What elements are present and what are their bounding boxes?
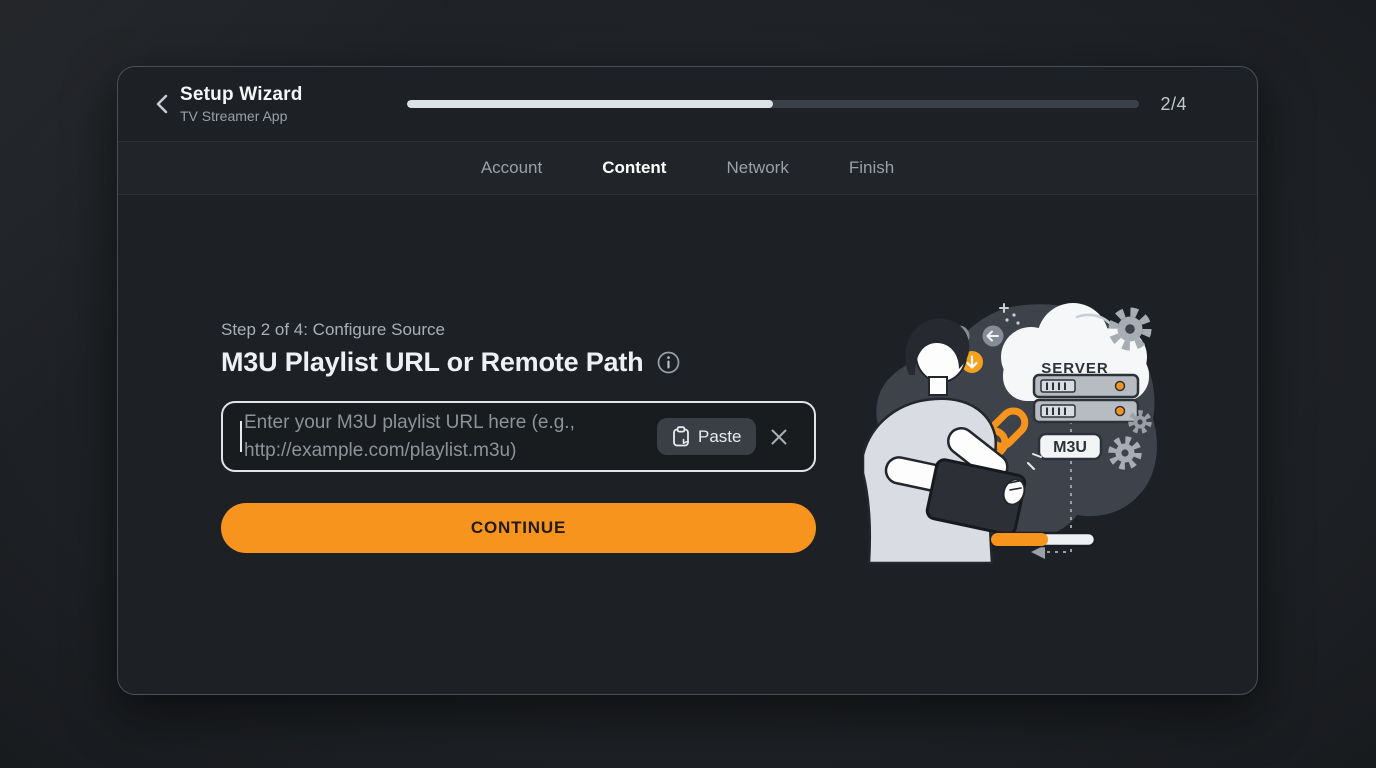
title-block: Setup Wizard TV Streamer App	[180, 84, 303, 125]
tab-content[interactable]: Content	[602, 158, 666, 178]
form-heading: M3U Playlist URL or Remote Path	[221, 347, 643, 378]
page-subtitle: TV Streamer App	[180, 108, 303, 124]
tab-account[interactable]: Account	[481, 158, 542, 178]
illustration-progress-fill	[991, 533, 1048, 546]
heading-row: M3U Playlist URL or Remote Path	[221, 347, 816, 378]
illustration-progress-bar	[991, 533, 1095, 546]
wizard-header: Setup Wizard TV Streamer App 2/4	[118, 67, 1257, 141]
text-caret	[240, 421, 242, 452]
setup-wizard-card: Setup Wizard TV Streamer App 2/4 Account…	[117, 66, 1258, 695]
arrow-left-icon	[983, 326, 1004, 347]
paste-button[interactable]: Paste	[657, 418, 756, 455]
back-button[interactable]	[148, 91, 174, 117]
info-icon[interactable]	[657, 351, 680, 374]
tab-finish[interactable]: Finish	[849, 158, 894, 178]
step-indicator: 2/4	[1160, 94, 1187, 115]
progress-fill	[407, 100, 773, 108]
tab-network[interactable]: Network	[726, 158, 788, 178]
clear-input-button[interactable]	[769, 427, 789, 447]
paste-button-label: Paste	[698, 427, 741, 447]
page-title: Setup Wizard	[180, 84, 303, 106]
step-label: Step 2 of 4: Configure Source	[221, 320, 816, 340]
close-icon	[769, 427, 789, 447]
clipboard-icon	[672, 426, 690, 447]
source-config-form: Step 2 of 4: Configure Source M3U Playli…	[221, 320, 816, 553]
setup-illustration: SERVER M3U	[863, 295, 1165, 567]
wizard-progress-bar	[407, 100, 1140, 108]
m3u-label: M3U	[1053, 439, 1087, 456]
wizard-tabbar: Account Content Network Finish	[118, 141, 1257, 195]
chevron-left-icon	[155, 94, 168, 114]
m3u-badge: M3U	[1039, 434, 1101, 459]
continue-button[interactable]: CONTINUE	[221, 503, 816, 553]
wizard-content: Step 2 of 4: Configure Source M3U Playli…	[118, 195, 1257, 694]
input-placeholder: Enter your M3U playlist URL here (e.g., …	[244, 409, 649, 465]
m3u-url-input[interactable]: Enter your M3U playlist URL here (e.g., …	[221, 401, 816, 472]
